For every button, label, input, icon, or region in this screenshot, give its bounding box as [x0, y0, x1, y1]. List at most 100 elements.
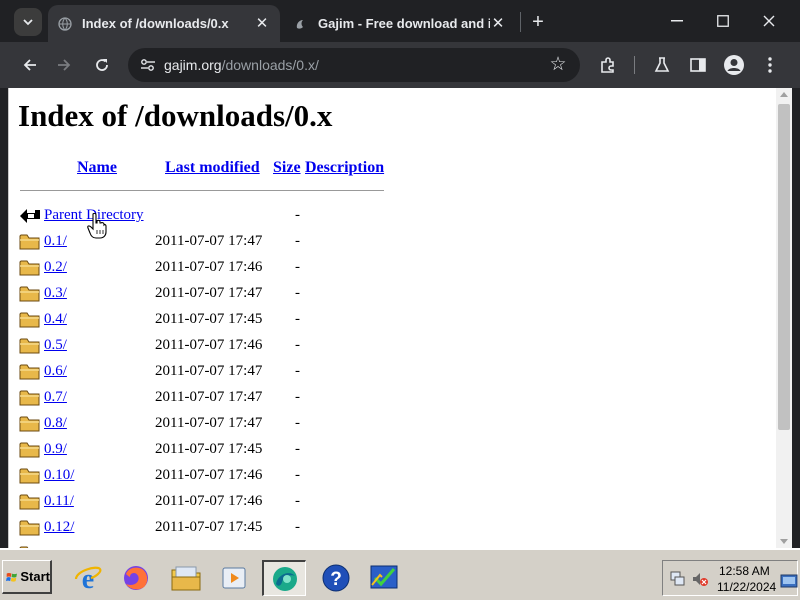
show-desktop-icon[interactable] — [780, 572, 798, 590]
tab-strip: Index of /downloads/0.x ✕ Gajim - Free d… — [0, 0, 800, 42]
maximize-button[interactable] — [700, 6, 746, 36]
reload-button[interactable] — [88, 51, 116, 79]
bookmark-star-icon[interactable]: ☆ — [546, 53, 570, 77]
tab-separator — [520, 12, 521, 32]
side-panel-icon[interactable] — [686, 53, 710, 77]
chevron-down-icon — [23, 19, 33, 26]
start-button[interactable]: Start — [2, 560, 52, 594]
column-header-name[interactable]: Name — [77, 159, 117, 177]
listing-row: 0.11/ 2011-07-07 17:46 - — [19, 489, 419, 515]
scroll-down-arrow-icon[interactable] — [780, 539, 788, 544]
tab-search-button[interactable] — [14, 8, 42, 36]
entry-size: - — [295, 363, 300, 379]
directory-link[interactable]: 0.1/ — [44, 233, 67, 250]
entry-date: 2011-07-07 17:47 — [155, 363, 263, 379]
listing-row: 0.4/ 2011-07-07 17:45 - — [19, 307, 419, 333]
entry-size: - — [295, 467, 300, 483]
folder-icon — [19, 520, 40, 536]
close-tab-icon[interactable]: ✕ — [254, 15, 270, 32]
folder-icon — [19, 416, 40, 432]
column-header-description[interactable]: Description — [305, 159, 384, 177]
directory-link[interactable]: 0.12/ — [44, 519, 74, 536]
entry-size: - — [295, 311, 300, 327]
column-header-last-modified[interactable]: Last modified — [165, 159, 260, 177]
site-info-icon[interactable] — [136, 53, 160, 77]
browser-taskbar-icon[interactable] — [262, 560, 306, 596]
forward-button[interactable] — [50, 51, 78, 79]
entry-date: 2011-07-07 17:45 — [155, 441, 263, 457]
column-header-size[interactable]: Size — [273, 159, 301, 177]
vertical-scrollbar[interactable] — [776, 88, 792, 548]
folder-icon — [19, 442, 40, 458]
close-icon — [763, 15, 775, 27]
tab-active[interactable]: Index of /downloads/0.x ✕ — [48, 5, 280, 42]
entry-size: - — [295, 441, 300, 457]
gajim-favicon-icon — [294, 17, 308, 31]
tab-title: Gajim - Free download and ins — [318, 16, 490, 31]
folder-icon — [19, 286, 40, 302]
profile-avatar-icon[interactable] — [722, 53, 746, 77]
directory-link[interactable]: 0.3/ — [44, 285, 67, 302]
entry-size: - — [295, 389, 300, 405]
directory-link[interactable]: 0.5/ — [44, 337, 67, 354]
entry-date: 2011-07-07 17:47 — [155, 285, 263, 301]
directory-link[interactable]: 0.4/ — [44, 311, 67, 328]
directory-link[interactable]: 0.9/ — [44, 441, 67, 458]
new-tab-button[interactable]: + — [526, 10, 550, 34]
arrow-right-icon — [58, 59, 71, 71]
entry-date: 2011-07-07 17:47 — [155, 233, 263, 249]
directory-link[interactable]: 0.6/ — [44, 363, 67, 380]
folder-icon — [19, 312, 40, 328]
back-button[interactable] — [16, 51, 44, 79]
browser-chrome: Index of /downloads/0.x ✕ Gajim - Free d… — [0, 0, 800, 88]
file-explorer-taskbar-icon[interactable] — [164, 560, 208, 596]
entry-size: - — [295, 415, 300, 431]
close-tab-icon[interactable]: ✕ — [490, 15, 506, 32]
toolbar-separator — [634, 56, 635, 74]
entry-size: - — [295, 285, 300, 301]
scroll-up-arrow-icon[interactable] — [780, 92, 788, 97]
minimize-button[interactable] — [654, 6, 700, 36]
labs-flask-icon[interactable] — [650, 53, 674, 77]
clock-time[interactable]: 12:58 AM — [719, 564, 770, 578]
entry-date: 2011-07-07 17:47 — [155, 389, 263, 405]
network-icon[interactable] — [669, 570, 687, 588]
hand-cursor-icon — [87, 213, 107, 239]
page-title: Index of /downloads/0.x — [18, 98, 333, 133]
directory-link[interactable]: 0.2/ — [44, 259, 67, 276]
directory-link[interactable]: 0.8/ — [44, 415, 67, 432]
entry-date: 2011-07-07 17:46 — [155, 259, 263, 275]
tab-title: Index of /downloads/0.x — [82, 16, 229, 31]
folder-icon — [19, 260, 40, 276]
folder-icon — [19, 468, 40, 484]
folder-icon — [19, 390, 40, 406]
close-window-button[interactable] — [746, 6, 792, 36]
listing-row: 0.3/ 2011-07-07 17:47 - — [19, 281, 419, 307]
address-bar[interactable]: gajim.org/downloads/0.x/ ☆ — [128, 48, 580, 82]
folder-icon — [19, 494, 40, 510]
directory-link[interactable]: 0.10/ — [44, 467, 74, 484]
internet-explorer-taskbar-icon[interactable]: e — [66, 560, 110, 596]
scroll-thumb[interactable] — [778, 104, 790, 430]
media-player-taskbar-icon[interactable] — [212, 560, 256, 596]
folder-icon — [19, 234, 40, 250]
volume-muted-icon[interactable] — [691, 570, 709, 588]
menu-kebab-icon[interactable] — [758, 53, 782, 77]
firefox-taskbar-icon[interactable] — [114, 560, 158, 596]
listing-row: 0.12/ 2011-07-07 17:45 - — [19, 515, 419, 541]
directory-link[interactable]: 0.11/ — [44, 493, 74, 510]
entry-size: - — [295, 337, 300, 353]
directory-link[interactable]: 0.7/ — [44, 389, 67, 406]
system-tray: 12:58 AM 11/22/2024 — [662, 560, 798, 596]
task-manager-taskbar-icon[interactable] — [362, 560, 406, 596]
extensions-icon[interactable] — [596, 53, 620, 77]
entry-date: 2011-07-07 17:45 — [155, 311, 263, 327]
help-taskbar-icon[interactable]: ? — [314, 560, 358, 596]
clock-date[interactable]: 11/22/2024 — [717, 580, 776, 594]
window-frame-right — [792, 88, 800, 548]
tab-inactive[interactable]: Gajim - Free download and ins ✕ — [284, 5, 516, 42]
listing-row: 0.1/ 2011-07-07 17:47 - — [19, 229, 419, 255]
url-text: gajim.org/downloads/0.x/ — [164, 57, 319, 73]
entry-size: - — [295, 493, 300, 509]
header-divider — [20, 190, 384, 191]
